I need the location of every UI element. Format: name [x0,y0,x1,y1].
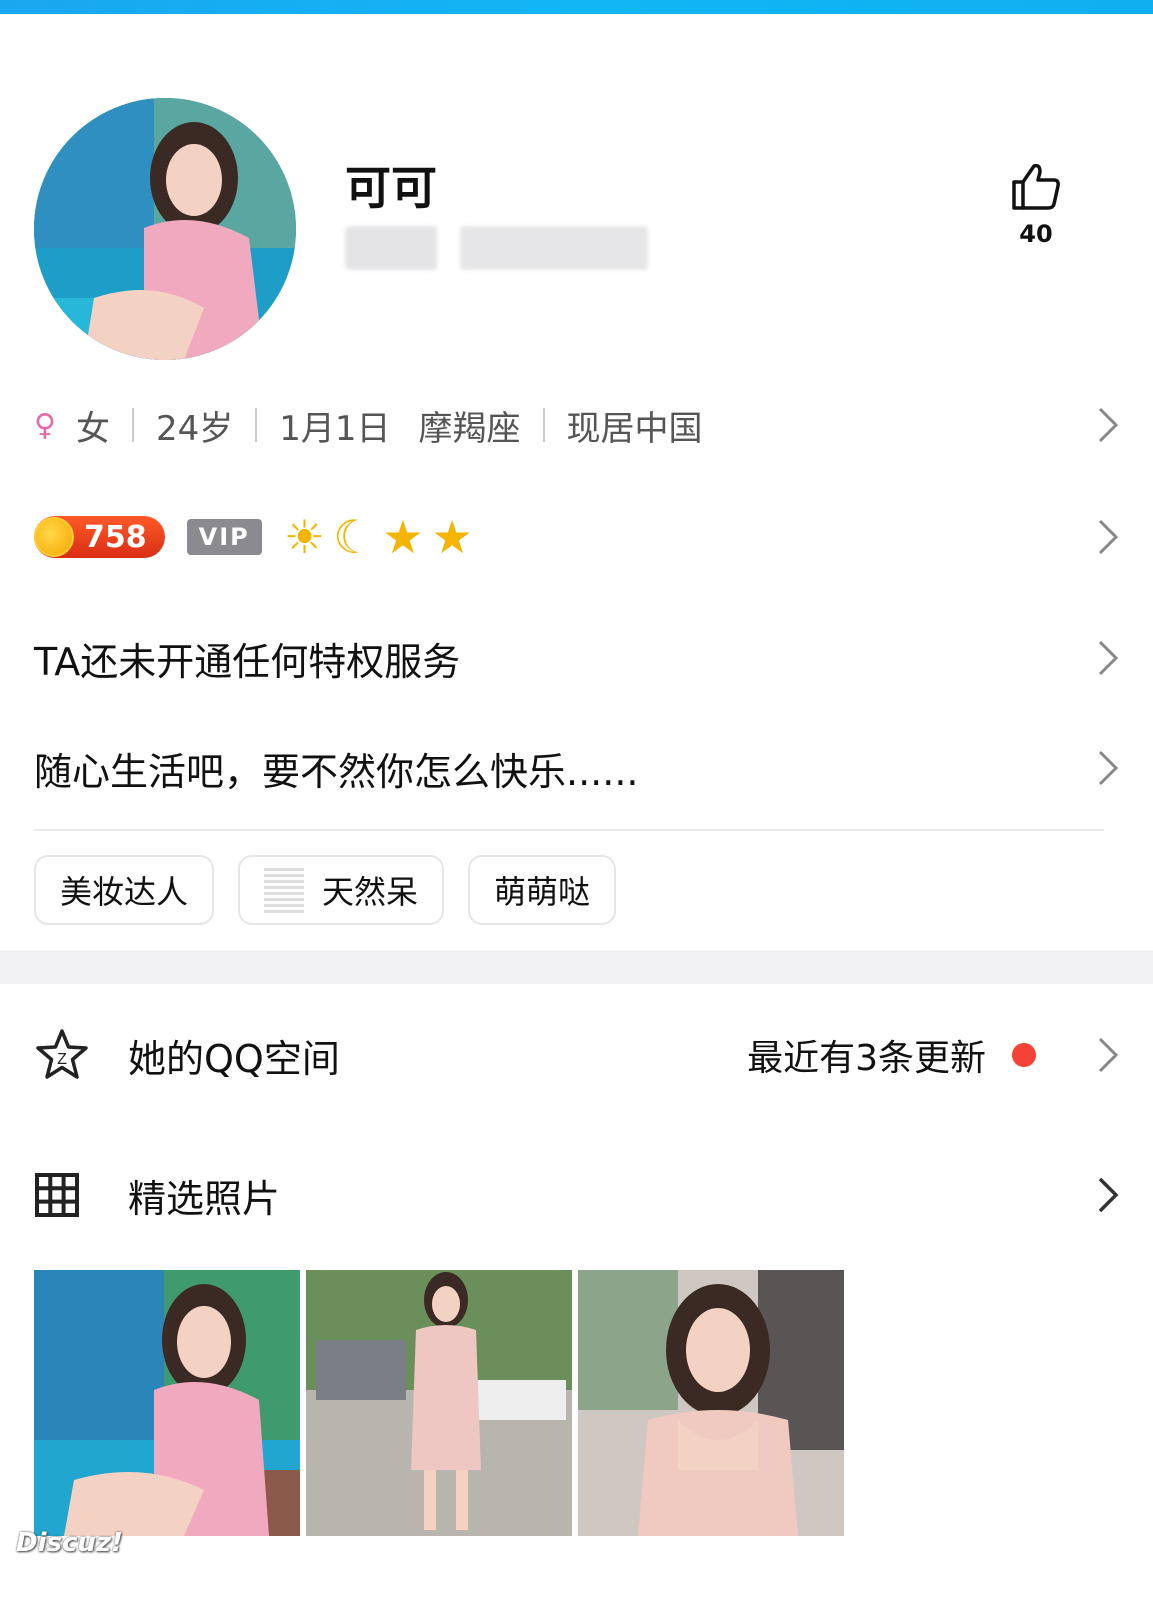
avatar[interactable] [34,98,296,360]
gender: 女 [75,408,110,449]
privilege-row[interactable]: TA还未开通任何特权服务 [34,628,1120,688]
level-icons: ☀ ☾ ★ ★ [284,514,481,560]
tag-item[interactable]: 美妆达人 [34,855,215,925]
grid-icon [35,1173,79,1217]
tag-item[interactable]: 天然呆 [238,855,445,925]
section-divider [34,829,1104,831]
photos-label: 精选照片 [128,1176,281,1221]
chevron-right-icon [1098,750,1119,786]
signature-text: 随心生活吧，要不然你怎么快乐...... [34,749,639,794]
coin-icon [34,517,74,557]
chevron-right-icon [1098,1177,1119,1213]
tag-item[interactable]: 萌萌哒 [468,855,617,925]
constellation: 摩羯座 [418,408,521,449]
photo-image [34,1270,300,1536]
qzone-row[interactable]: Z 她的QQ空间 最近有3条更新 [34,1024,1120,1086]
tag-list: 美妆达人 天然呆 萌萌哒 [34,855,617,925]
vip-badge: VIP [186,519,262,555]
location: 现居中国 [566,408,703,449]
chevron-right-icon [1098,407,1119,443]
photo-thumbnail[interactable] [578,1270,844,1536]
badges-row[interactable]: 758 VIP ☀ ☾ ★ ★ [34,508,1120,566]
divider [131,408,134,442]
chevron-right-icon [1098,1037,1119,1073]
top-status-bar [0,0,1153,14]
chevron-right-icon [1098,640,1119,676]
blurred-account-info [460,226,648,270]
photo-thumbnail[interactable] [306,1270,572,1536]
photo-image [306,1270,572,1536]
thumbs-up-icon [1012,163,1060,210]
divider [255,408,258,442]
chevron-right-icon [1098,519,1119,555]
coin-value: 758 [84,519,147,555]
watermark: Discuz! [16,1528,123,1558]
basic-info-row[interactable]: ♀ 女 24岁 1月1日 摩羯座 现居中国 [34,398,1120,452]
birthday: 1月1日 [279,408,391,449]
like-button[interactable]: 40 [1000,160,1072,248]
signature-row[interactable]: 随心生活吧，要不然你怎么快乐...... [34,738,1120,798]
qzone-update-text: 最近有3条更新 [747,1038,986,1079]
photo-thumbnail[interactable] [34,1270,300,1536]
nickname: 可可 [345,161,437,215]
svg-text:Z: Z [57,1051,67,1068]
qzone-star-icon: Z [36,1029,88,1079]
tag-image-icon [264,867,305,913]
moon-icon: ☾ [332,510,375,564]
section-gap [0,950,1153,984]
star-icon: ★ [431,510,473,564]
age: 24岁 [155,408,234,449]
qzone-label: 她的QQ空间 [128,1036,340,1081]
divider [542,408,545,442]
photo-image [578,1270,844,1536]
notification-dot [1012,1043,1036,1067]
privilege-text: TA还未开通任何特权服务 [34,639,461,684]
avatar-photo [34,98,296,360]
like-count: 40 [1019,220,1053,248]
tag-label: 天然呆 [322,873,419,911]
tag-label: 萌萌哒 [494,873,591,911]
photos-row[interactable]: 精选照片 [34,1164,1120,1226]
tag-label: 美妆达人 [60,873,189,911]
blurred-account-id [345,226,437,270]
photo-thumbnails [34,1270,844,1536]
qzone-update: 最近有3条更新 [747,1029,1036,1081]
female-icon: ♀ [34,407,56,443]
star-icon: ★ [382,510,424,564]
coin-badge: 758 [34,516,165,558]
sun-icon: ☀ [283,510,325,564]
